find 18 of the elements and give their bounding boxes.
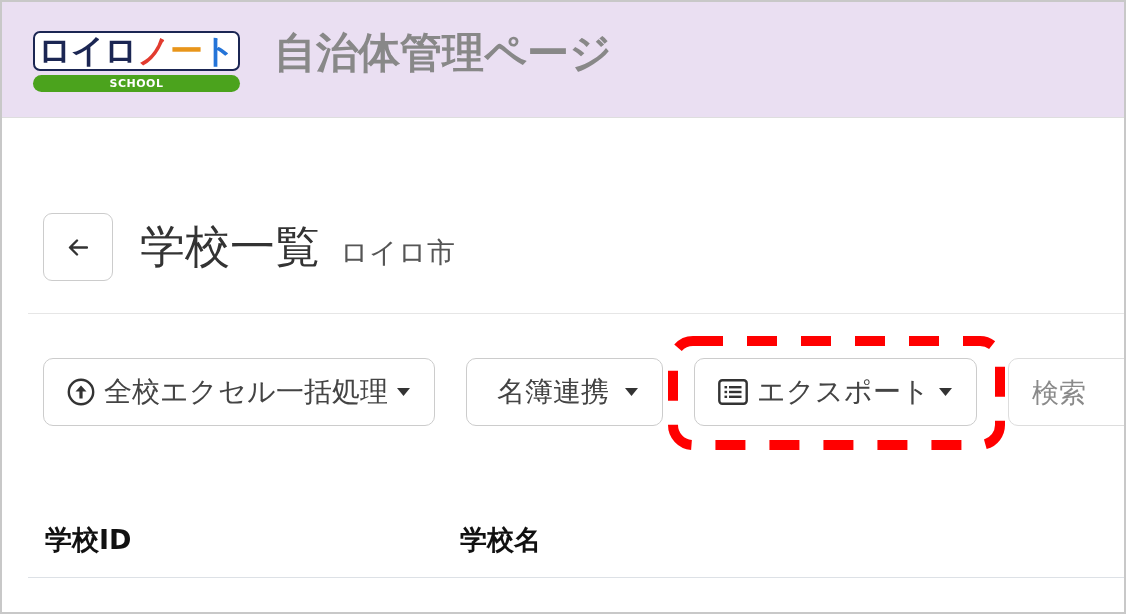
caret-icon bbox=[625, 388, 638, 396]
page-title: 学校一覧 bbox=[140, 219, 320, 275]
logo-wordmark: ロイロノート bbox=[33, 30, 240, 72]
dropdown-button[interactable]: 名簿連携 bbox=[466, 358, 663, 426]
app-title: 自治体管理ページ bbox=[274, 26, 612, 79]
column-header: 学校名 bbox=[460, 523, 541, 557]
column-header: 学校ID bbox=[45, 523, 132, 557]
page-subtitle: ロイロ市 bbox=[340, 235, 455, 271]
list-icon bbox=[718, 379, 748, 405]
caret-icon bbox=[397, 388, 410, 396]
dropdown-button[interactable]: 全校エクセル一括処理 bbox=[43, 358, 435, 426]
dropdown-button[interactable]: エクスポート bbox=[694, 358, 977, 426]
back-arrow-icon bbox=[68, 238, 88, 256]
upload-circle-icon bbox=[67, 378, 95, 406]
caret-icon bbox=[939, 388, 952, 396]
logo-tagline: SCHOOL bbox=[33, 75, 240, 93]
back-button[interactable] bbox=[43, 213, 113, 281]
search-field[interactable]: 検索 bbox=[1008, 358, 1124, 426]
